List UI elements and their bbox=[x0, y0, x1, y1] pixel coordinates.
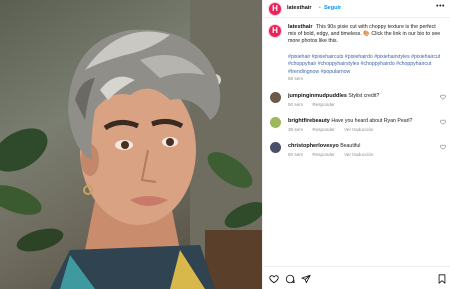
comment-like-icon[interactable] bbox=[440, 144, 446, 150]
comment-text: Have you heard about Ryan Pearl? bbox=[331, 118, 413, 124]
author-avatar[interactable]: H bbox=[269, 3, 281, 15]
comment-body: brightfirebeauty Have you heard about Ry… bbox=[288, 118, 436, 125]
header-separator: • bbox=[319, 5, 321, 11]
post-caption: latesthair This 90s pixie cut with chopp… bbox=[288, 24, 444, 46]
author-username[interactable]: latesthair bbox=[287, 5, 311, 11]
reply-button[interactable]: Responder bbox=[312, 102, 334, 107]
comment-item: christopherlovesyo Beautiful 50 sem Resp… bbox=[270, 142, 448, 164]
comment-meta: 50 sem Responder Ver traducción bbox=[288, 152, 382, 157]
heart-icon[interactable] bbox=[269, 274, 279, 284]
commenter-username[interactable]: jumpinginmudpuddles bbox=[288, 93, 347, 99]
follow-button[interactable]: Seguir bbox=[324, 5, 341, 11]
comment-like-icon[interactable] bbox=[440, 119, 446, 125]
reply-button[interactable]: Responder bbox=[312, 127, 334, 132]
comment-icon[interactable] bbox=[285, 274, 295, 284]
share-icon[interactable] bbox=[301, 274, 311, 284]
comment-item: brightfirebeauty Have you heard about Ry… bbox=[270, 117, 448, 139]
comment-meta: 39 sem Responder Ver traducción bbox=[288, 127, 382, 132]
post-timestamp: 58 sem bbox=[288, 76, 304, 81]
comment-meta: 50 sem Responder bbox=[288, 102, 343, 107]
comment-body: christopherlovesyo Beautiful bbox=[288, 143, 436, 150]
comment-text: Stylist credit? bbox=[348, 93, 380, 99]
caption-username[interactable]: latesthair bbox=[288, 24, 312, 30]
bookmark-icon[interactable] bbox=[437, 274, 447, 284]
portrait-illustration bbox=[0, 0, 262, 289]
more-options-icon[interactable]: ••• bbox=[436, 3, 445, 10]
commenter-avatar[interactable] bbox=[270, 92, 281, 103]
post-image bbox=[0, 0, 262, 289]
reply-button[interactable]: Responder bbox=[312, 152, 334, 157]
commenter-avatar[interactable] bbox=[270, 142, 281, 153]
post-actions bbox=[263, 266, 450, 289]
comment-item: jumpinginmudpuddles Stylist credit? 50 s… bbox=[270, 92, 448, 114]
translate-button[interactable]: Ver traducción bbox=[344, 127, 373, 132]
comment-text: Beautiful bbox=[340, 143, 361, 149]
translate-button[interactable]: Ver traducción bbox=[344, 152, 373, 157]
caption-author-avatar[interactable]: H bbox=[269, 25, 281, 37]
comment-body: jumpinginmudpuddles Stylist credit? bbox=[288, 93, 436, 100]
hashtags[interactable]: #pixiehair #pixiehaircuts #pixiehairdo #… bbox=[288, 54, 444, 76]
commenter-avatar[interactable] bbox=[270, 117, 281, 128]
comment-time: 50 sem bbox=[288, 102, 304, 107]
post-header: H latesthair • Seguir ••• bbox=[263, 0, 450, 18]
post-panel: H latesthair • Seguir ••• H latesthair T… bbox=[262, 0, 450, 289]
commenter-username[interactable]: brightfirebeauty bbox=[288, 118, 330, 124]
comment-time: 39 sem bbox=[288, 127, 304, 132]
comment-like-icon[interactable] bbox=[440, 94, 446, 100]
commenter-username[interactable]: christopherlovesyo bbox=[288, 143, 339, 149]
comment-time: 50 sem bbox=[288, 152, 304, 157]
